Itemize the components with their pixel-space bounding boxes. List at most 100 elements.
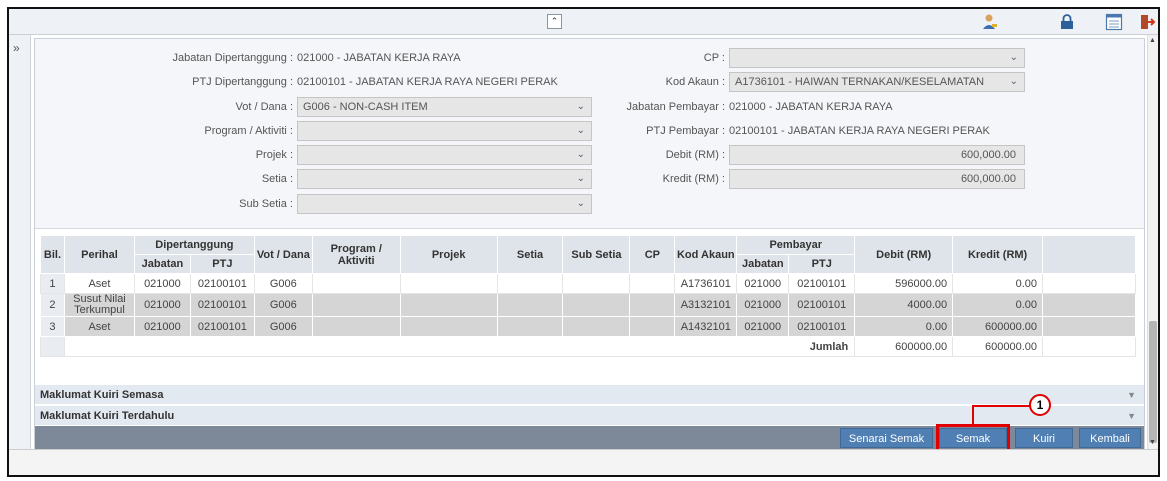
cell-bil: 3 [40, 316, 65, 337]
collapse-header-button[interactable]: ⌃ [547, 14, 562, 29]
cell-setia [496, 293, 564, 317]
cell-kodakaun: A3132101 [674, 293, 738, 317]
list-icon[interactable] [1105, 13, 1123, 31]
cell-perihal: Aset [63, 316, 135, 337]
callout-connector [972, 405, 974, 425]
form-row-debit: Debit (RM) : 600,000.00 [595, 145, 1135, 165]
kod-akaun-select[interactable]: A1736101 - HAIWAN TERNAKAN/KESELAMATAN ⌄ [729, 72, 1025, 92]
select-value: G006 - NON-CASH ITEM [303, 101, 428, 113]
table-row[interactable]: 3 Aset 021000 02100101 G006 A1432101 021… [40, 316, 1136, 337]
cell-subsetia [562, 293, 631, 317]
kredit-field[interactable]: 600,000.00 [729, 169, 1025, 189]
col-header-cp: CP [629, 235, 676, 274]
chevron-down-icon: ⌄ [1009, 52, 1018, 63]
cell-ptj: 02100101 [189, 273, 255, 294]
vot-dana-select[interactable]: G006 - NON-CASH ITEM ⌄ [297, 97, 592, 117]
total-label: Jumlah [63, 336, 856, 357]
cell-p-ptj: 02100101 [788, 273, 856, 294]
cell-cp [629, 316, 676, 337]
cell-cp [629, 273, 676, 294]
form-row-vot-dana: Vot / Dana : G006 - NON-CASH ITEM ⌄ [35, 97, 595, 117]
cell-debit: 4000.00 [854, 293, 954, 317]
form-row-kredit: Kredit (RM) : 600,000.00 [595, 169, 1135, 189]
col-header-debit: Debit (RM) [854, 235, 954, 274]
col-header-spacer [1042, 235, 1136, 274]
col-header-bil: Bil. [40, 235, 65, 274]
select-value: A1736101 - HAIWAN TERNAKAN/KESELAMATAN [735, 76, 985, 88]
debit-field[interactable]: 600,000.00 [729, 145, 1025, 165]
kembali-button[interactable]: Kembali [1079, 428, 1141, 448]
field-label: Setia : [261, 173, 293, 185]
projek-select[interactable]: ⌄ [297, 145, 592, 165]
accordion-kuiri-semasa[interactable]: Maklumat Kuiri Semasa ▼ [35, 385, 1144, 405]
lock-icon[interactable] [1058, 13, 1076, 31]
form-row-kod-akaun: Kod Akaun : A1736101 - HAIWAN TERNAKAN/K… [595, 72, 1135, 92]
cell-p-jabatan: 021000 [736, 293, 790, 317]
field-label: Jabatan Pembayar : [626, 101, 725, 113]
expand-sidebar-icon[interactable]: » [13, 41, 20, 55]
top-toolbar: ⌃ [9, 9, 1158, 35]
scroll-up-icon[interactable]: ▲ [1149, 37, 1156, 44]
col-header-p-ptj: PTJ [788, 254, 856, 274]
table-row[interactable]: 1 Aset 021000 02100101 G006 A1736101 021… [40, 273, 1136, 294]
field-label: Debit (RM) : [665, 149, 725, 161]
step-callout-badge: 1 [1029, 394, 1051, 416]
col-header-dipertanggung: Dipertanggung [133, 235, 255, 255]
cell-setia [496, 316, 564, 337]
kuiri-button[interactable]: Kuiri [1015, 428, 1073, 448]
chevron-down-icon: ▼ [1127, 411, 1136, 421]
cell-projek [399, 273, 498, 294]
cell-spacer [1042, 273, 1136, 294]
scroll-thumb[interactable] [1149, 321, 1157, 443]
semak-highlight-box [936, 424, 1010, 452]
scroll-down-icon[interactable]: ▼ [1149, 439, 1156, 446]
accordion-title: Maklumat Kuiri Semasa [40, 389, 164, 401]
chevron-down-icon: ⌄ [1009, 76, 1018, 87]
main-content: Jabatan Dipertanggung : 021000 - JABATAN… [34, 38, 1145, 452]
senarai-semak-button[interactable]: Senarai Semak [840, 428, 933, 448]
field-label: PTJ Pembayar : [646, 125, 725, 137]
col-header-perihal: Perihal [63, 235, 135, 274]
chevron-down-icon: ⌄ [576, 125, 585, 136]
cell-projek [399, 316, 498, 337]
field-label: Program / Aktiviti : [204, 125, 293, 137]
accordion-title: Maklumat Kuiri Terdahulu [40, 410, 175, 422]
col-header-subsetia: Sub Setia [562, 235, 631, 274]
vertical-scrollbar[interactable]: ▲ ▼ [1147, 35, 1158, 449]
col-header-kredit: Kredit (RM) [952, 235, 1044, 274]
total-row: Jumlah 600000.00 600000.00 [40, 336, 1136, 357]
cell-jabatan: 021000 [133, 293, 191, 317]
total-kredit: 600000.00 [952, 336, 1044, 357]
cell-vot: G006 [253, 316, 313, 337]
cp-select[interactable]: ⌄ [729, 48, 1025, 68]
col-header-pembayar: Pembayar [736, 235, 856, 255]
cell-p-jabatan: 021000 [736, 316, 790, 337]
cell-vot: G006 [253, 293, 313, 317]
setia-select[interactable]: ⌄ [297, 169, 592, 189]
cell-bil: 1 [40, 273, 65, 294]
form-row-jabatan-pembayar: Jabatan Pembayar : 021000 - JABATAN KERJ… [595, 97, 1135, 117]
table-row[interactable]: 2 Susut Nilai Terkumpul 021000 02100101 … [40, 293, 1136, 317]
col-header-vot: Vot / Dana [253, 235, 313, 274]
form-row-cp: CP : ⌄ [595, 48, 1135, 68]
status-strip [9, 449, 1158, 475]
app-window: ⌃ » Jabatan Dipertanggung : 021000 - JAB… [7, 7, 1160, 477]
callout-connector [972, 405, 1030, 407]
exit-icon[interactable] [1138, 13, 1156, 31]
cell-setia [496, 273, 564, 294]
detail-form: Jabatan Dipertanggung : 021000 - JABATAN… [35, 39, 1144, 229]
program-aktiviti-select[interactable]: ⌄ [297, 121, 592, 141]
sub-setia-select[interactable]: ⌄ [297, 194, 592, 214]
col-header-projek: Projek [399, 235, 498, 274]
field-value: 02100101 - JABATAN KERJA RAYA NEGERI PER… [297, 76, 558, 88]
cell-subsetia [562, 316, 631, 337]
cell-subsetia [562, 273, 631, 294]
field-label: Projek : [255, 149, 293, 161]
field-label: PTJ Dipertanggung : [192, 76, 293, 88]
cell-p-ptj: 02100101 [788, 293, 856, 317]
cell-program [311, 293, 401, 317]
chevron-down-icon: ⌄ [576, 101, 585, 112]
user-icon[interactable] [981, 13, 999, 31]
accordion-kuiri-terdahulu[interactable]: Maklumat Kuiri Terdahulu ▼ [35, 406, 1144, 426]
cell-jabatan: 021000 [133, 273, 191, 294]
